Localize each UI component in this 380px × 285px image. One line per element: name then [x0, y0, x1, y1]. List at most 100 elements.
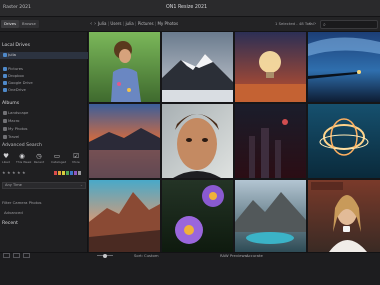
- color-label-green[interactable]: [66, 171, 69, 175]
- section-recent[interactable]: Recent: [0, 220, 88, 228]
- color-label-purple[interactable]: [74, 171, 77, 175]
- slider-knob[interactable]: [103, 253, 107, 258]
- tab-browse[interactable]: Browse: [19, 20, 39, 28]
- browser-toolbar: Drives Browse ‹ › Julia | Users | julia …: [0, 17, 380, 32]
- filter-this-week[interactable]: ◉ This Week: [16, 152, 32, 164]
- star-icon[interactable]: ★: [17, 170, 21, 176]
- sidebar-item-onedrive[interactable]: OneDrive: [8, 87, 26, 93]
- detail-view-icon[interactable]: [23, 253, 30, 258]
- date-select[interactable]: Any Time ⌄: [2, 182, 86, 189]
- color-label-yellow[interactable]: [62, 171, 65, 175]
- filter-more[interactable]: ☑ More: [70, 152, 82, 164]
- filter-label: This Week: [16, 160, 32, 164]
- quick-filter-row: ♥ Liked ◉ This Week ◷ Recent ▭ Cataloged…: [0, 152, 88, 168]
- thumbnail-lightbulb[interactable]: [235, 32, 306, 102]
- heart-icon: ♥: [3, 152, 9, 160]
- star-icon[interactable]: ★: [2, 170, 6, 176]
- thumbnail-size-slider[interactable]: [97, 253, 113, 258]
- star-icon[interactable]: ★: [22, 170, 26, 176]
- photo-grid: [89, 32, 380, 252]
- sidebar-item-travel[interactable]: Travel: [8, 134, 19, 140]
- forward-arrow-icon[interactable]: ›: [94, 20, 96, 28]
- star-icon[interactable]: ★: [7, 170, 11, 176]
- sidebar: Local Drives Julia Pictures Dropbox Goog…: [0, 32, 88, 252]
- folder-icon: ▭: [53, 152, 61, 160]
- title-bar: Raster 2021 ON1 Resize 2021: [0, 0, 380, 17]
- thumbnails-svg: [89, 32, 380, 252]
- album-icon: [3, 127, 7, 131]
- album-icon: [3, 135, 7, 139]
- selection-count: 1 Selected - 48 Total: [275, 21, 314, 26]
- filter-recent[interactable]: ◷ Recent: [33, 152, 45, 164]
- color-label-orange[interactable]: [58, 171, 61, 175]
- breadcrumb-item[interactable]: julia: [125, 21, 133, 26]
- dropbox-icon: [3, 74, 7, 78]
- chevron-down-icon: ⌄: [79, 183, 83, 187]
- breadcrumb-item[interactable]: Users: [110, 21, 121, 26]
- sidebar-item-google-drive[interactable]: Google Drive: [8, 80, 33, 86]
- date-select-value: Any Time: [5, 183, 22, 187]
- grid-view-icon[interactable]: [3, 253, 10, 258]
- sidebar-item-macro[interactable]: Macro: [8, 118, 20, 124]
- thumbnail-light-painting[interactable]: [308, 104, 380, 178]
- sidebar-item-dropbox[interactable]: Dropbox: [8, 73, 24, 79]
- breadcrumb: Julia | Users | julia | Pictures | My Ph…: [98, 21, 179, 26]
- raw-previews-select[interactable]: Accurate: [246, 253, 263, 259]
- breadcrumb-item[interactable]: Julia: [98, 21, 106, 26]
- filter-label: Liked: [2, 160, 10, 164]
- star-icon[interactable]: ★: [12, 170, 16, 176]
- color-label-red[interactable]: [54, 171, 57, 175]
- sidebar-item-julia[interactable]: Julia: [8, 52, 16, 58]
- next-icon[interactable]: ›: [314, 20, 316, 28]
- app-title: Raster 2021: [3, 5, 31, 10]
- thumbnail-portrait-woman[interactable]: [162, 104, 233, 178]
- back-arrow-icon[interactable]: ‹: [90, 20, 92, 28]
- thumbnail-cafe-woman[interactable]: [308, 180, 380, 252]
- sidebar-item-my-photos[interactable]: My Photos: [8, 126, 28, 132]
- thumbnail-snowy-mountain[interactable]: [162, 32, 233, 102]
- thumbnail-woman-forest[interactable]: [89, 32, 160, 102]
- color-label-gray[interactable]: [78, 171, 81, 175]
- thumbnail-mountain-lake[interactable]: [235, 180, 306, 252]
- filter-camera-photos[interactable]: Filter Camera Photos: [2, 200, 42, 206]
- sidebar-item-landscape[interactable]: Landscape: [8, 110, 28, 116]
- footer-bar: Sort: Custom RAW Previews: Accurate: [0, 252, 380, 285]
- section-albums[interactable]: Albums: [0, 100, 88, 108]
- breadcrumb-item[interactable]: Pictures: [138, 21, 154, 26]
- folder-icon: [3, 67, 7, 71]
- breadcrumb-item[interactable]: My Photos: [157, 21, 178, 26]
- onedrive-icon: [3, 88, 7, 92]
- thumbnail-pier-sunset[interactable]: [308, 32, 380, 102]
- drive-icon: [3, 53, 7, 57]
- filter-cataloged[interactable]: ▭ Cataloged: [51, 152, 67, 164]
- prev-icon[interactable]: ‹: [309, 20, 311, 28]
- filter-label: Recent: [33, 160, 45, 164]
- clock-icon: ◷: [36, 152, 42, 160]
- search-input[interactable]: ⌕: [320, 20, 378, 29]
- camera-icon: ◉: [19, 152, 25, 160]
- advanced-link[interactable]: Advanced: [4, 210, 23, 216]
- window-title: ON1 Resize 2021: [166, 5, 208, 10]
- album-icon: [3, 119, 7, 123]
- filmstrip-view-icon[interactable]: [13, 253, 20, 258]
- section-advanced-search[interactable]: Advanced Search: [0, 142, 88, 150]
- sort-select[interactable]: Custom: [144, 253, 159, 259]
- rating-filter: ★ ★ ★ ★ ★: [2, 170, 86, 176]
- filter-label: Cataloged: [51, 160, 67, 164]
- tab-drives[interactable]: Drives: [1, 20, 20, 28]
- thumbnail-desert-mountain[interactable]: [89, 180, 160, 252]
- google-drive-icon: [3, 81, 7, 85]
- sort-label: Sort:: [134, 253, 144, 258]
- sidebar-item-pictures[interactable]: Pictures: [8, 66, 23, 72]
- thumbnail-dark-city[interactable]: [235, 104, 306, 178]
- album-icon: [3, 111, 7, 115]
- filter-label: More: [72, 160, 80, 164]
- search-icon: ⌕: [323, 22, 326, 28]
- thumbnail-lake-sunset[interactable]: [89, 104, 160, 178]
- section-local-drives[interactable]: Local Drives: [0, 42, 88, 50]
- color-label-blue[interactable]: [70, 171, 73, 175]
- check-icon: ☑: [73, 152, 79, 160]
- raw-previews-label: RAW Previews:: [220, 253, 248, 258]
- thumbnail-purple-flowers[interactable]: [162, 180, 233, 252]
- filter-liked[interactable]: ♥ Liked: [0, 152, 12, 164]
